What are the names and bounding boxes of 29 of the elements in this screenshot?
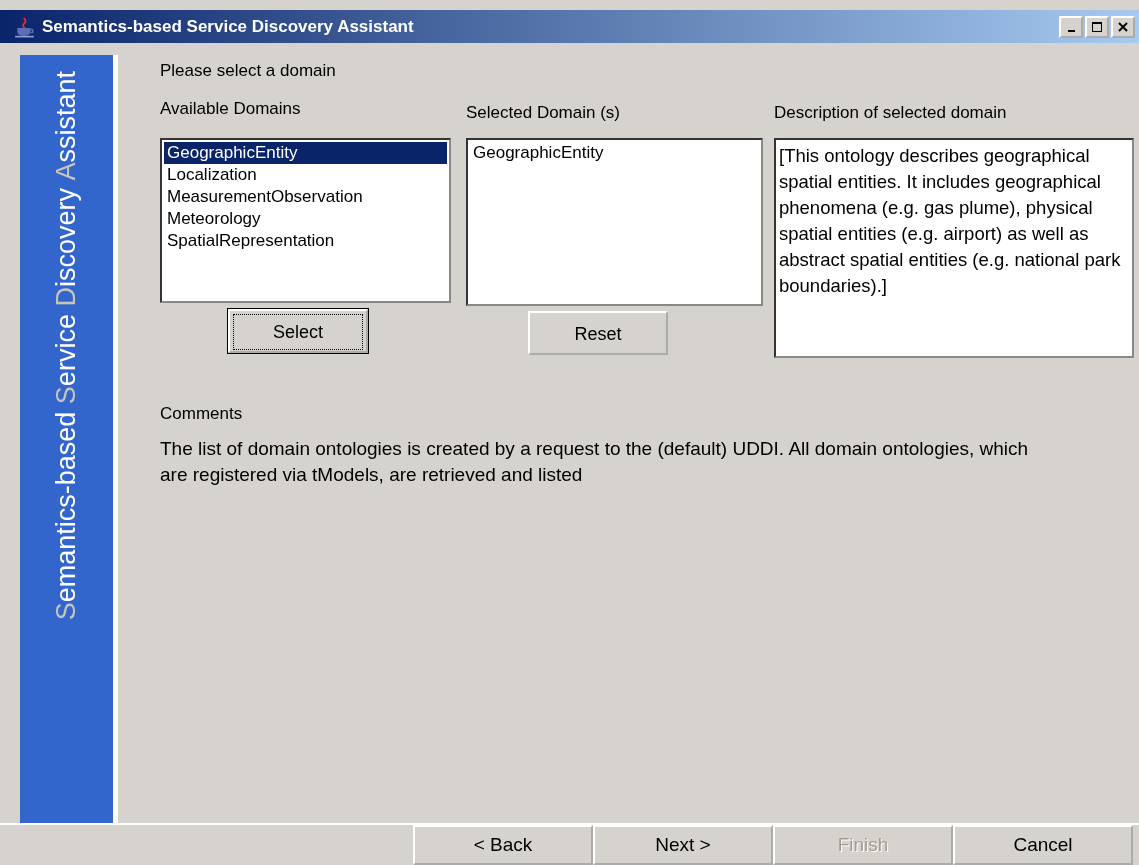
domain-list[interactable]: GeographicEntity Localization MeasurementObservation Meteorology SpatialRepresentation bbox=[160, 138, 451, 303]
wizard-button[interactable]: Next > bbox=[593, 825, 773, 865]
list-item[interactable]: Localization bbox=[164, 164, 447, 186]
minimize-icon bbox=[1067, 29, 1075, 32]
sidebar-title: Semantics-based Service Discovery Assistant bbox=[51, 71, 82, 621]
close-button[interactable] bbox=[1111, 15, 1135, 38]
instruction-text: Please select a domain bbox=[160, 61, 337, 82]
list-item[interactable]: MeasurementObservation bbox=[164, 186, 447, 208]
minimize-button[interactable] bbox=[1059, 15, 1083, 38]
list-item[interactable]: Meteorology bbox=[164, 208, 447, 230]
description-area[interactable]: [This ontology describes geographical spatial entities. It includes geographical phenomena (e.g. gas plume), physical spatial entities (e.g. airport) as well as abstract spatial entities (e.g. national park boundaries).] bbox=[774, 138, 1134, 358]
wizard-button[interactable]: < Back bbox=[413, 825, 593, 865]
close-icon bbox=[1117, 20, 1129, 33]
list-item[interactable]: SpatialRepresentation bbox=[164, 230, 447, 252]
description-label: Description of selected domain bbox=[774, 103, 1007, 123]
maximize-button[interactable] bbox=[1085, 15, 1109, 38]
window-title: Semantics-based Service Discovery Assistant bbox=[42, 16, 415, 37]
comments-text: The list of domain ontologies is created by a request to the (default) UDDI. All domain ontologies, which are registered via tModels, are retrieved and listed bbox=[160, 437, 1030, 487]
selected-list[interactable]: GeographicEntity bbox=[466, 138, 763, 306]
list-item[interactable]: GeographicEntity bbox=[470, 142, 759, 164]
list-item[interactable]: GeographicEntity bbox=[164, 142, 447, 164]
list-label: Available Domains bbox=[160, 99, 301, 119]
comments-label: Comments bbox=[160, 404, 244, 424]
coffee-cup-icon bbox=[14, 15, 36, 38]
maximize-icon bbox=[1091, 20, 1103, 33]
list-label: Selected Domain (s) bbox=[466, 103, 620, 123]
reset-button[interactable]: Reset bbox=[528, 311, 668, 355]
select-button[interactable]: Select bbox=[228, 309, 368, 353]
wizard-button[interactable]: Cancel bbox=[953, 825, 1133, 865]
